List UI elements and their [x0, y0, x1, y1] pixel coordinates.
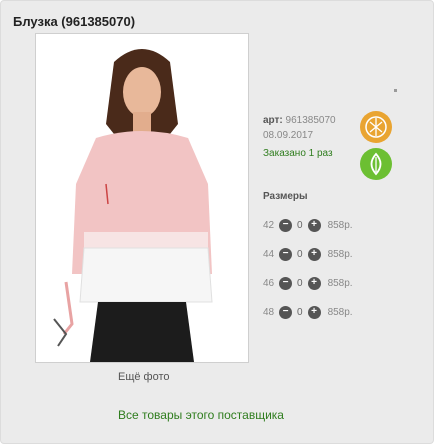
indicator-dot	[394, 89, 397, 92]
all-supplier-goods-link[interactable]: Все товары этого поставщика	[118, 408, 284, 422]
increase-quantity-button[interactable]: +	[307, 247, 321, 261]
increase-quantity-button[interactable]: +	[307, 305, 321, 319]
decrease-quantity-button[interactable]: −	[279, 305, 292, 319]
ordered-count: Заказано 1 раз	[263, 148, 333, 159]
decrease-quantity-button[interactable]: −	[279, 276, 292, 290]
size-row-46: 46 − 0 + 858р.	[263, 275, 353, 291]
product-card: Блузка (961385070) Ещё фото арт: 9613850…	[0, 0, 434, 444]
decrease-quantity-button[interactable]: −	[279, 247, 292, 261]
size-row-48: 48 − 0 + 858р.	[263, 304, 353, 320]
size-label: 46	[263, 277, 275, 289]
quantity-value: 0	[297, 248, 303, 260]
leaf-pattern-icon[interactable]	[360, 111, 392, 143]
product-photo[interactable]	[35, 33, 249, 363]
increase-quantity-button[interactable]: +	[307, 276, 321, 290]
quantity-value: 0	[297, 219, 303, 231]
size-row-42: 42 − 0 + 858р.	[263, 217, 353, 233]
article-label: арт:	[263, 115, 283, 126]
size-price: 858р.	[327, 306, 353, 318]
quantity-value: 0	[297, 277, 303, 289]
leaf-icon[interactable]	[360, 148, 392, 180]
size-label: 48	[263, 306, 275, 318]
increase-quantity-button[interactable]: +	[307, 218, 321, 232]
size-price: 858р.	[327, 277, 353, 289]
more-photos-link[interactable]: Ещё фото	[118, 371, 170, 383]
product-title: Блузка (961385070)	[13, 14, 136, 29]
size-label: 44	[263, 248, 275, 260]
size-price: 858р.	[327, 248, 353, 260]
sizes-title: Размеры	[263, 191, 308, 202]
quantity-value: 0	[297, 306, 303, 318]
product-date: 08.09.2017	[263, 130, 314, 141]
decrease-quantity-button[interactable]: −	[279, 218, 292, 232]
article-value: 961385070	[285, 115, 336, 126]
size-price: 858р.	[327, 219, 353, 231]
article-number: арт: 961385070	[263, 115, 336, 126]
size-row-44: 44 − 0 + 858р.	[263, 246, 353, 262]
blouse-photo-image	[36, 34, 248, 362]
size-label: 42	[263, 219, 275, 231]
